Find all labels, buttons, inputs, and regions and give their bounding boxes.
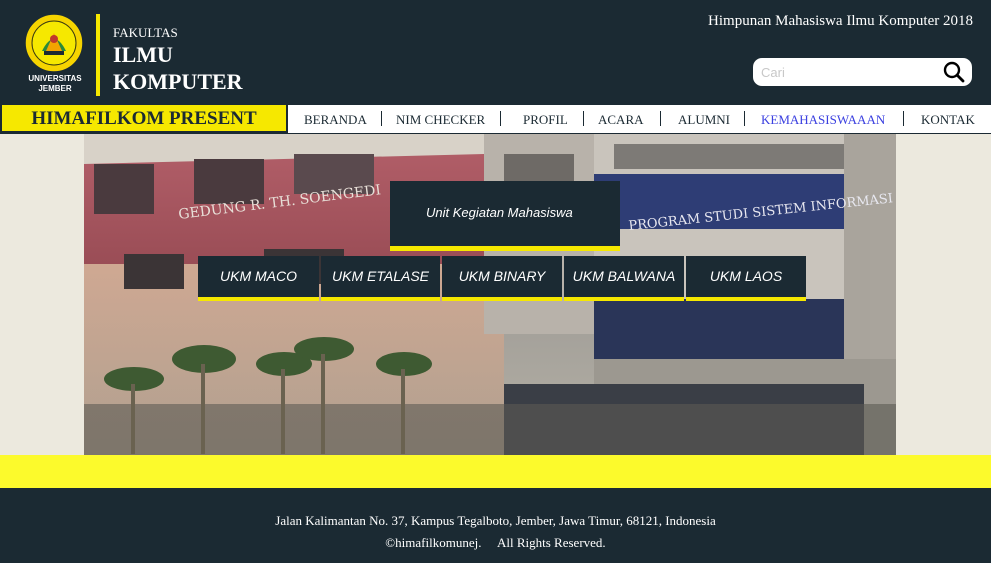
nav-acara[interactable]: ACARA <box>598 112 644 128</box>
ukm-laos-button[interactable]: UKM LAOS <box>686 256 806 301</box>
main-nav: HIMAFILKOM PRESENT BERANDA NIM CHECKER P… <box>0 103 991 134</box>
header-divider <box>96 14 100 96</box>
search-box <box>753 58 972 86</box>
nav-beranda[interactable]: BERANDA <box>304 112 367 128</box>
present-banner: HIMAFILKOM PRESENT <box>0 105 288 133</box>
nav-separator <box>381 111 382 126</box>
nav-alumni[interactable]: ALUMNI <box>678 112 730 128</box>
nav-separator <box>903 111 904 126</box>
nav-separator <box>583 111 584 126</box>
nav-kemahasiswaan[interactable]: KEMAHASISWAAAN <box>761 112 885 128</box>
nav-separator <box>744 111 745 126</box>
logo-caption: UNIVERSITAS JEMBER <box>28 74 82 93</box>
site-footer: Jalan Kalimantan No. 37, Kampus Tegalbot… <box>0 488 991 563</box>
search-icon[interactable] <box>943 61 965 83</box>
ukm-etalase-button[interactable]: UKM ETALASE <box>321 256 440 301</box>
faculty-label: FAKULTAS <box>113 25 178 40</box>
nav-kontak[interactable]: KONTAK <box>921 112 975 128</box>
footer-address: Jalan Kalimantan No. 37, Kampus Tegalbot… <box>275 513 716 528</box>
nav-profil[interactable]: PROFIL <box>523 112 568 128</box>
site-header: UNIVERSITAS JEMBER FAKULTAS ILMU KOMPUTE… <box>0 0 991 103</box>
org-title: Himpunan Mahasiswa Ilmu Komputer 2018 <box>708 13 973 29</box>
nav-nim-checker[interactable]: NIM CHECKER <box>396 112 485 128</box>
nav-separator <box>660 111 661 126</box>
ukm-maco-button[interactable]: UKM MACO <box>198 256 319 301</box>
ukm-balwana-button[interactable]: UKM BALWANA <box>564 256 684 301</box>
nav-separator <box>500 111 501 126</box>
ukm-binary-button[interactable]: UKM BINARY <box>442 256 562 301</box>
footer-copyright: ©himafilkomunej. All Rights Reserved. <box>385 535 606 550</box>
ukm-section-title: Unit Kegiatan Mahasiswa <box>390 181 620 251</box>
faculty-name[interactable]: ILMU KOMPUTER <box>113 41 243 95</box>
search-input[interactable] <box>761 62 937 82</box>
footer-accent-band <box>0 455 991 488</box>
